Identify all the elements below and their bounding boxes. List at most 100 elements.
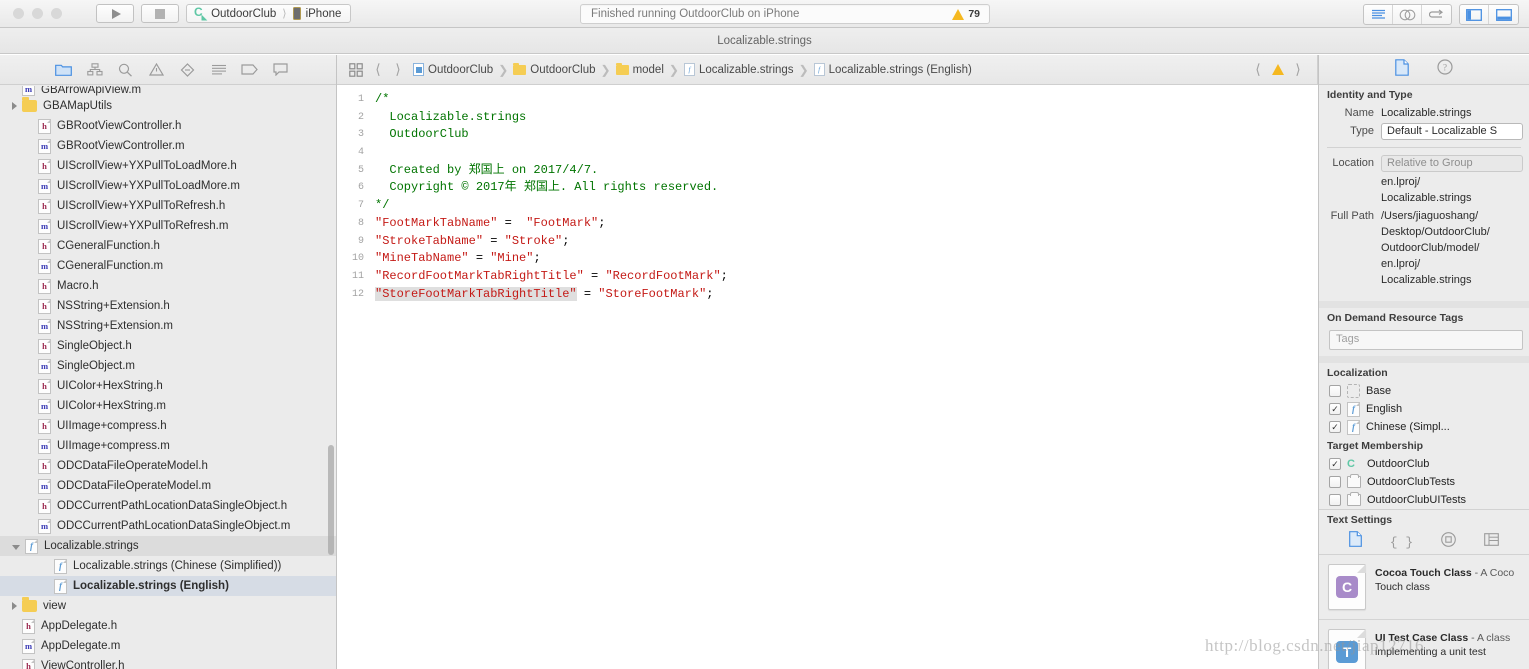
next-issue-button[interactable]: ⟩	[1289, 61, 1307, 78]
assistant-editor-button[interactable]	[1393, 5, 1422, 24]
disclosure-open-icon[interactable]	[12, 544, 20, 550]
code-snippet-library-button[interactable]: { }	[1390, 533, 1413, 551]
localization-item[interactable]: ✓ f English	[1319, 400, 1529, 418]
file-row-gbrootviewcontroller-m[interactable]: m GBRootViewController.m	[0, 136, 336, 156]
file-row-uiscrollview-yxpulltorefresh-m[interactable]: m UIScrollView+YXPullToRefresh.m	[0, 216, 336, 236]
report-navigator-button[interactable]	[265, 59, 296, 81]
file-row-localizable-strings[interactable]: f Localizable.strings	[0, 536, 336, 556]
run-button[interactable]	[96, 4, 134, 23]
file-row-appdelegate-m[interactable]: m AppDelegate.m	[0, 636, 336, 656]
localization-item[interactable]: Base	[1319, 382, 1529, 400]
breadcrumb-item-0[interactable]: OutdoorClub	[413, 63, 493, 76]
file-row-nsstring-extension-m[interactable]: m NSString+Extension.m	[0, 316, 336, 336]
standard-editor-button[interactable]	[1364, 5, 1393, 24]
file-row-macro-h[interactable]: h Macro.h	[0, 276, 336, 296]
quick-help-inspector-button[interactable]: ?	[1437, 59, 1453, 80]
checkbox[interactable]: ✓	[1329, 403, 1341, 415]
file-row-uiimage-compress-m[interactable]: m UIImage+compress.m	[0, 436, 336, 456]
issue-navigator-button[interactable]	[141, 59, 172, 81]
localization-item[interactable]: ✓ f Chinese (Simpl...	[1319, 418, 1529, 436]
project-icon	[413, 63, 424, 76]
test-navigator-button[interactable]	[172, 59, 203, 81]
implementation-file-icon: m	[38, 478, 51, 494]
breadcrumb-item-1[interactable]: OutdoorClub	[513, 62, 596, 76]
type-select[interactable]: Default - Localizable S	[1381, 123, 1523, 140]
file-row-view[interactable]: view	[0, 596, 336, 616]
library-item[interactable]: T UI Test Case Class - A class implementin…	[1319, 620, 1529, 669]
file-row-uiscrollview-yxpulltoloadmore-h[interactable]: h UIScrollView+YXPullToLoadMore.h	[0, 156, 336, 176]
file-inspector-button[interactable]	[1395, 58, 1409, 81]
file-row-uicolor-hexstring-m[interactable]: m UIColor+HexString.m	[0, 396, 336, 416]
file-row-cgeneralfunction-h[interactable]: h CGeneralFunction.h	[0, 236, 336, 256]
file-row-uiimage-compress-h[interactable]: h UIImage+compress.h	[0, 416, 336, 436]
file-row-uiscrollview-yxpulltoloadmore-m[interactable]: m UIScrollView+YXPullToLoadMore.m	[0, 176, 336, 196]
file-row-viewcontroller-h[interactable]: h ViewController.h	[0, 656, 336, 669]
file-row-odcdatafileoperatemodel-h[interactable]: h ODCDataFileOperateModel.h	[0, 456, 336, 476]
previous-issue-button[interactable]: ⟨	[1249, 61, 1267, 78]
window-controls	[0, 8, 62, 19]
library-list[interactable]: C Cocoa Touch Class - A Coco Touch class T U…	[1319, 555, 1529, 669]
file-row-uiscrollview-yxpulltorefresh-h[interactable]: h UIScrollView+YXPullToRefresh.h	[0, 196, 336, 216]
file-row-uicolor-hexstring-h[interactable]: h UIColor+HexString.h	[0, 376, 336, 396]
checkbox[interactable]	[1329, 494, 1341, 506]
target-membership-item[interactable]: ✓ C OutdoorClub	[1319, 455, 1529, 473]
close-button[interactable]	[13, 8, 24, 19]
source-editor[interactable]: 1 2 3 4 5 6 7 8 9 10 11 12 /* Localizable.strings O…	[337, 85, 1318, 669]
target-membership-item[interactable]: OutdoorClubTests	[1319, 473, 1529, 491]
scheme-selector[interactable]: C◣ OutdoorClub ⟩ iPhone	[186, 4, 352, 23]
zoom-button[interactable]	[51, 8, 62, 19]
implementation-file-icon: m	[38, 258, 51, 274]
tags-input[interactable]: Tags	[1329, 330, 1523, 350]
section-gap	[1319, 301, 1529, 308]
file-row-gbarrowapiview-m[interactable]: m GBArrowApiView.m	[0, 86, 336, 96]
file-row-appdelegate-h[interactable]: h AppDelegate.h	[0, 616, 336, 636]
search-navigator-button[interactable]	[110, 59, 141, 81]
file-template-library-button[interactable]	[1348, 531, 1362, 552]
project-navigator-button[interactable]	[48, 59, 79, 81]
file-row-localizable-strings-chinese-simplified-[interactable]: f Localizable.strings (Chinese (Simplifie…	[0, 556, 336, 576]
version-editor-button[interactable]	[1422, 5, 1451, 24]
checkbox[interactable]: ✓	[1329, 458, 1341, 470]
checkbox[interactable]: ✓	[1329, 421, 1341, 433]
toggle-navigator-button[interactable]	[1460, 5, 1489, 24]
file-row-localizable-strings-english-[interactable]: f Localizable.strings (English)	[0, 576, 336, 596]
header-file-icon: h	[38, 338, 51, 354]
file-row-nsstring-extension-h[interactable]: h NSString+Extension.h	[0, 296, 336, 316]
file-row-cgeneralfunction-m[interactable]: m CGeneralFunction.m	[0, 256, 336, 276]
breadcrumb-item-3[interactable]: f Localizable.strings	[683, 63, 794, 76]
odr-section-header: On Demand Resource Tags	[1319, 308, 1529, 327]
media-library-button[interactable]	[1484, 532, 1500, 551]
library-item[interactable]: C Cocoa Touch Class - A Coco Touch class	[1319, 555, 1529, 620]
breakpoint-navigator-button[interactable]	[234, 59, 265, 81]
breadcrumb-item-2[interactable]: model	[615, 62, 664, 76]
disclosure-closed-icon[interactable]	[12, 602, 17, 610]
file-row-gbrootviewcontroller-h[interactable]: h GBRootViewController.h	[0, 116, 336, 136]
target-membership-item[interactable]: OutdoorClubUITests	[1319, 491, 1529, 509]
forward-button[interactable]: ⟩	[389, 61, 407, 78]
navigator-scrollbar[interactable]	[328, 445, 334, 555]
code-content[interactable]: /* Localizable.strings OutdoorClub Creat…	[367, 85, 1318, 669]
file-row-singleobject-m[interactable]: m SingleObject.m	[0, 356, 336, 376]
debug-navigator-button[interactable]	[203, 59, 234, 81]
checkbox[interactable]	[1329, 476, 1341, 488]
editor-tab-bar[interactable]: Localizable.strings	[0, 28, 1529, 54]
location-select[interactable]: Relative to Group	[1381, 155, 1523, 172]
file-row-gbamaputils[interactable]: GBAMapUtils	[0, 96, 336, 116]
minimize-button[interactable]	[32, 8, 43, 19]
debug-panel-icon	[1495, 8, 1512, 21]
toggle-debug-button[interactable]	[1489, 5, 1518, 24]
file-row-odccurrentpathlocationdatasingleobject-h[interactable]: h ODCCurrentPathLocationDataSingleObject.…	[0, 496, 336, 516]
breadcrumb-item-4[interactable]: f Localizable.strings (English)	[813, 63, 972, 76]
source-control-navigator-button[interactable]	[79, 59, 110, 81]
back-button[interactable]: ⟨	[369, 61, 387, 78]
stop-button[interactable]	[141, 4, 179, 23]
checkbox[interactable]	[1329, 385, 1341, 397]
file-row-odccurrentpathlocationdatasingleobject-m[interactable]: m ODCCurrentPathLocationDataSingleObject.…	[0, 516, 336, 536]
disclosure-closed-icon[interactable]	[12, 102, 17, 110]
file-row-odcdatafileoperatemodel-m[interactable]: m ODCDataFileOperateModel.m	[0, 476, 336, 496]
related-items-button[interactable]	[345, 59, 367, 81]
warning-badge[interactable]: 79	[952, 8, 980, 20]
object-library-button[interactable]	[1441, 531, 1457, 552]
project-file-list[interactable]: m GBArrowApiView.m GBAMapUtils h GBRootViewC…	[0, 86, 336, 669]
file-row-singleobject-h[interactable]: h SingleObject.h	[0, 336, 336, 356]
